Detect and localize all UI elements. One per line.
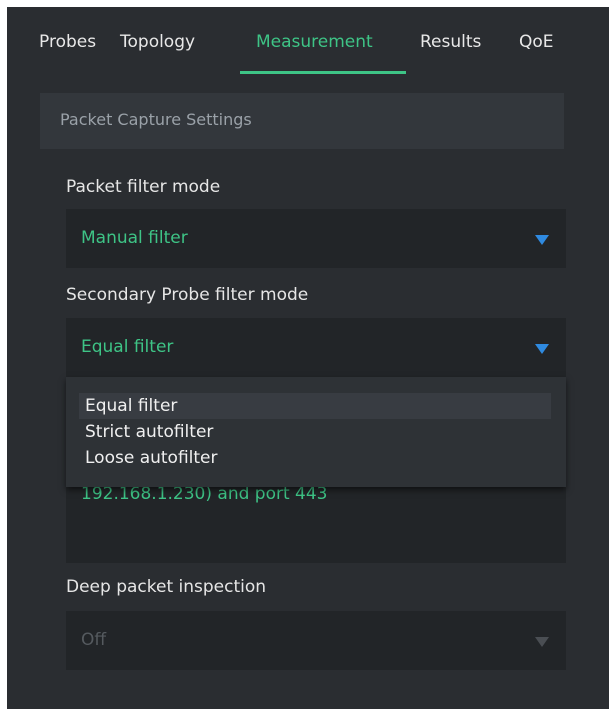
dropdown-option-strict-autofilter[interactable]: Strict autofilter (79, 419, 551, 445)
deep-packet-inspection-value: Off (81, 630, 107, 650)
deep-packet-inspection-label: Deep packet inspection (66, 577, 267, 597)
filter-expression-textarea[interactable]: 192.168.1.230) and port 443 (66, 477, 566, 563)
dropdown-option-loose-autofilter[interactable]: Loose autofilter (79, 445, 551, 471)
secondary-filter-dropdown: Equal filter Strict autofilter Loose aut… (66, 377, 566, 487)
secondary-filter-mode-select[interactable]: Equal filter (66, 318, 566, 377)
tab-results[interactable]: Results (420, 32, 481, 52)
tab-measurement[interactable]: Measurement (256, 32, 373, 52)
secondary-filter-mode-label: Secondary Probe filter mode (66, 285, 309, 305)
tab-qoe[interactable]: QoE (519, 32, 554, 52)
deep-packet-inspection-select[interactable]: Off (66, 611, 566, 670)
app-window: Probes Topology Measurement Results QoE … (7, 7, 609, 709)
dropdown-option-equal-filter[interactable]: Equal filter (79, 393, 551, 419)
tab-bar: Probes Topology Measurement Results QoE (7, 7, 609, 87)
tab-probes[interactable]: Probes (39, 32, 96, 52)
caret-down-icon (535, 235, 549, 245)
caret-down-icon (535, 637, 549, 647)
packet-filter-mode-select[interactable]: Manual filter (66, 209, 566, 268)
tab-topology[interactable]: Topology (120, 32, 195, 52)
packet-filter-mode-value: Manual filter (81, 228, 188, 248)
caret-down-icon (535, 344, 549, 354)
secondary-filter-mode-value: Equal filter (81, 337, 174, 357)
active-tab-indicator (240, 71, 406, 74)
section-title: Packet Capture Settings (60, 110, 252, 129)
section-header[interactable]: Packet Capture Settings (40, 93, 564, 149)
packet-filter-mode-label: Packet filter mode (66, 177, 221, 197)
filter-expression-text: 192.168.1.230) and port 443 (81, 484, 328, 504)
